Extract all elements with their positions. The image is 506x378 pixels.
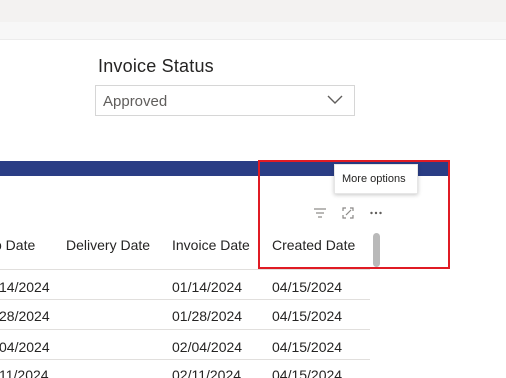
row-divider (0, 359, 370, 360)
row-divider (0, 329, 370, 330)
dropdown-selected-value: Approved (103, 93, 168, 110)
table-cell: 02/11/2024 (172, 367, 242, 378)
table-cell: 01/28/2024 (172, 308, 243, 324)
column-header-delivery-date[interactable]: Delivery Date (66, 237, 150, 253)
table-cell: 01/14/2024 (172, 279, 243, 295)
table-cell: 04/15/2024 (272, 339, 343, 355)
focus-mode-icon[interactable] (340, 205, 356, 221)
slicer-title: Invoice Status (98, 56, 214, 76)
more-options-icon[interactable] (368, 205, 384, 221)
report-canvas-strip (0, 22, 506, 40)
invoice-status-dropdown[interactable]: Approved (95, 85, 355, 116)
table-cell: 02/04/2024 (172, 339, 243, 355)
table-cell: 04/15/2024 (272, 367, 343, 378)
column-header-invoice-date[interactable]: Invoice Date (172, 237, 250, 253)
filter-icon[interactable] (312, 205, 328, 221)
table-cell: 11/2024 (0, 367, 49, 378)
more-options-tooltip: More options (334, 164, 418, 194)
table-scrollbar[interactable] (373, 233, 380, 267)
table-cell: 04/15/2024 (272, 308, 343, 324)
row-divider (0, 299, 370, 300)
table-cell: 14/2024 (0, 279, 50, 295)
table-cell: 04/2024 (0, 339, 50, 355)
column-header-po-date[interactable]: o Date (0, 237, 35, 253)
table-cell: 04/15/2024 (272, 279, 343, 295)
chevron-down-icon (326, 92, 344, 106)
column-header-created-date[interactable]: Created Date (272, 237, 355, 253)
table-cell: 28/2024 (0, 308, 50, 324)
top-bar (0, 0, 506, 22)
header-divider (0, 269, 370, 270)
